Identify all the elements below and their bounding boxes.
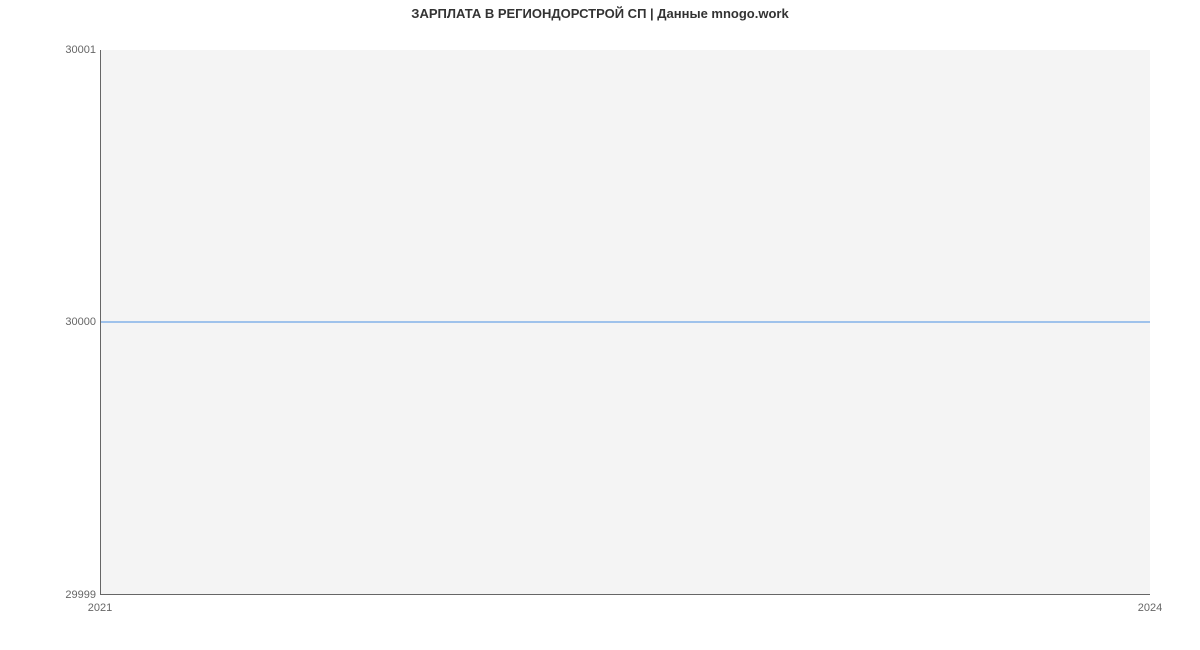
y-tick-label: 30001 [65,44,96,56]
chart-container: ЗАРПЛАТА В РЕГИОНДОРСТРОЙ СП | Данные mn… [0,0,1200,650]
y-tick-label: 29999 [65,589,96,601]
data-line [101,322,1150,323]
x-tick-label: 2024 [1138,602,1162,614]
y-tick-label: 30000 [65,316,96,328]
chart-title: ЗАРПЛАТА В РЕГИОНДОРСТРОЙ СП | Данные mn… [0,6,1200,21]
x-tick-label: 2021 [88,602,112,614]
plot-area [100,50,1150,595]
